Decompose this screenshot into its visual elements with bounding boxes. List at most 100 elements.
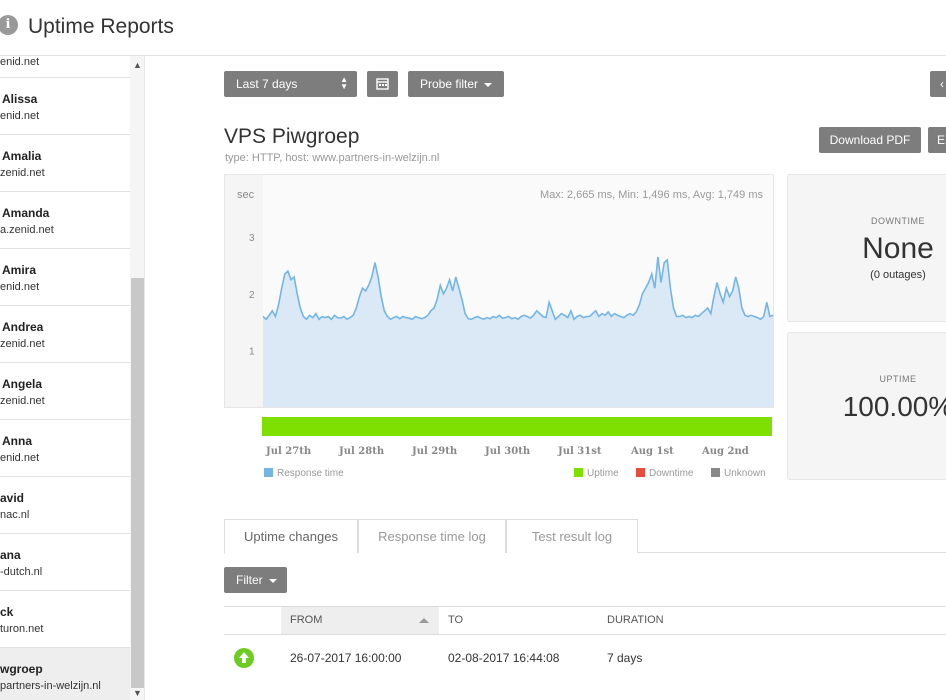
export-button[interactable]: E bbox=[928, 127, 946, 153]
date-range-select[interactable]: Last 7 days ▲ ▼ bbox=[224, 71, 357, 97]
column-from[interactable]: FROM bbox=[281, 607, 439, 634]
tab-response-time-log[interactable]: Response time log bbox=[358, 519, 506, 553]
calendar-button[interactable] bbox=[367, 71, 398, 97]
chevron-left-icon: ‹ bbox=[940, 77, 944, 91]
download-pdf-button[interactable]: Download PDF bbox=[819, 127, 921, 153]
uptime-bar bbox=[262, 417, 772, 436]
x-tick-label: Aug 2nd bbox=[702, 446, 749, 457]
sidebar-item-host: zenid.net bbox=[0, 338, 45, 350]
report-tabs: Uptime changes Response time log Test re… bbox=[224, 519, 946, 554]
y-tick-label: 2 bbox=[249, 290, 255, 301]
page-header: i Uptime Reports bbox=[0, 0, 946, 56]
sidebar-item-host: nac.nl bbox=[0, 509, 30, 521]
sidebar-item[interactable]: Amira enid.net bbox=[0, 249, 130, 306]
info-icon[interactable]: i bbox=[0, 15, 18, 35]
sidebar-scrollbar[interactable]: ▲ ▼ bbox=[130, 56, 144, 700]
chart-stats: Max: 2,665 ms, Min: 1,496 ms, Avg: 1,749… bbox=[540, 189, 763, 201]
share-button[interactable]: ‹ bbox=[930, 71, 946, 97]
table-header: FROM TO DURATION bbox=[224, 606, 946, 635]
caret-down-icon bbox=[268, 578, 277, 583]
sidebar-item[interactable]: Anna enid.net bbox=[0, 420, 130, 477]
row-from: 26-07-2017 16:00:00 bbox=[290, 651, 402, 665]
sidebar-item-host: enid.net bbox=[0, 452, 40, 464]
legend-label: Downtime bbox=[649, 468, 694, 479]
legend-swatch bbox=[574, 468, 583, 477]
legend-uptime[interactable]: Uptime bbox=[574, 468, 619, 479]
downtime-label: DOWNTIME bbox=[871, 216, 925, 226]
sidebar-item-host: a.zenid.net bbox=[0, 224, 54, 236]
legend-swatch bbox=[636, 468, 645, 477]
legend-response-time[interactable]: Response time bbox=[264, 468, 344, 479]
downtime-value: None bbox=[862, 232, 934, 265]
sidebar-item[interactable]: Alissa enid.net bbox=[0, 78, 130, 135]
sort-ascending-icon bbox=[419, 618, 429, 623]
sidebar-item-host: -dutch.nl bbox=[0, 566, 43, 578]
sidebar-item[interactable]: ck turon.net bbox=[0, 591, 130, 648]
arrow-up-icon bbox=[234, 648, 254, 668]
sidebar-item[interactable]: wgroep partners-in-welzijn.nl bbox=[0, 648, 130, 700]
legend-swatch bbox=[711, 468, 720, 477]
x-tick-label: Jul 29th bbox=[412, 446, 458, 457]
sidebar-item-host: zenid.net bbox=[0, 167, 45, 179]
monitor-subtitle: type: HTTP, host: www.partners-in-welzij… bbox=[225, 152, 440, 164]
sidebar-item-name: Andrea bbox=[2, 320, 44, 334]
monitor-list: enid.net Alissa enid.net Amalia zenid.net Ama… bbox=[0, 56, 130, 700]
uptime-label: UPTIME bbox=[879, 374, 917, 384]
x-tick-label: Jul 31st bbox=[558, 446, 602, 457]
chart-canvas: sec 1 2 3 Max: 2,665 ms, Min: 1,496 ms, Avg:… bbox=[237, 175, 774, 407]
updown-icon: ▲ ▼ bbox=[340, 75, 348, 91]
row-to: 02-08-2017 16:44:08 bbox=[448, 651, 560, 665]
legend-label: Unknown bbox=[724, 468, 766, 479]
sidebar-item-name: Angela bbox=[2, 377, 43, 391]
sidebar-item[interactable]: avid nac.nl bbox=[0, 477, 130, 534]
legend-label: Response time bbox=[277, 468, 344, 479]
legend-label: Uptime bbox=[587, 468, 619, 479]
legend-unknown[interactable]: Unknown bbox=[711, 468, 766, 479]
y-tick-label: 1 bbox=[249, 346, 255, 357]
row-duration: 7 days bbox=[607, 651, 643, 665]
monitor-title: VPS Piwgroep bbox=[224, 125, 360, 148]
sidebar-item[interactable]: Amalia zenid.net bbox=[0, 135, 130, 192]
caret-down-icon bbox=[484, 82, 493, 87]
sidebar-item-name: Amanda bbox=[2, 206, 50, 220]
y-axis-label: sec bbox=[237, 189, 255, 201]
scroll-down-icon[interactable]: ▼ bbox=[130, 686, 144, 700]
sidebar-item-name: ana bbox=[0, 548, 21, 562]
filter-label: Filter bbox=[236, 573, 263, 587]
sidebar-item-name: wgroep bbox=[0, 662, 43, 676]
sidebar-item-host: turon.net bbox=[0, 623, 44, 635]
sidebar-item-host: partners-in-welzijn.nl bbox=[0, 680, 101, 692]
outage-count: (0 outages) bbox=[870, 269, 926, 281]
page-title: Uptime Reports bbox=[28, 15, 174, 38]
sidebar-item-name: Anna bbox=[2, 434, 32, 448]
legend-downtime[interactable]: Downtime bbox=[636, 468, 693, 479]
uptime-value: 100.00% bbox=[842, 391, 946, 422]
tab-test-result-log[interactable]: Test result log bbox=[506, 519, 638, 553]
x-tick-label: Jul 28th bbox=[339, 446, 385, 457]
sidebar-item-name: avid bbox=[0, 491, 25, 505]
probe-filter-label: Probe filter bbox=[420, 77, 479, 91]
column-duration[interactable]: DURATION bbox=[607, 607, 664, 634]
sidebar-item-host: enid.net bbox=[0, 56, 40, 68]
downtime-stat: DOWNTIME None (0 outages) bbox=[787, 174, 946, 322]
scrollbar-thumb[interactable] bbox=[131, 278, 144, 688]
sidebar-item[interactable]: Amanda a.zenid.net bbox=[0, 192, 130, 249]
sidebar-item-host: zenid.net bbox=[0, 395, 45, 407]
sidebar-item[interactable]: Angela zenid.net bbox=[0, 363, 130, 420]
column-from-label: FROM bbox=[290, 614, 323, 626]
calendar-icon bbox=[376, 78, 389, 90]
y-tick-label: 3 bbox=[249, 233, 255, 244]
uptime-stat: UPTIME 100.00% bbox=[787, 332, 946, 480]
sidebar-item-host: enid.net bbox=[0, 281, 40, 293]
scroll-up-icon[interactable]: ▲ bbox=[130, 58, 144, 72]
tab-uptime-changes[interactable]: Uptime changes bbox=[224, 519, 358, 554]
sidebar-item[interactable]: ana -dutch.nl bbox=[0, 534, 130, 591]
sidebar-item-name: Amalia bbox=[2, 149, 42, 163]
probe-filter-button[interactable]: Probe filter bbox=[408, 71, 504, 97]
arrow-up-glyph bbox=[239, 652, 249, 663]
sidebar-item[interactable]: Andrea zenid.net bbox=[0, 306, 130, 363]
filter-button[interactable]: Filter bbox=[224, 567, 287, 593]
sidebar: enid.net Alissa enid.net Amalia zenid.net Ama… bbox=[0, 56, 145, 700]
column-to[interactable]: TO bbox=[448, 607, 463, 634]
sidebar-item[interactable]: enid.net bbox=[0, 56, 130, 78]
